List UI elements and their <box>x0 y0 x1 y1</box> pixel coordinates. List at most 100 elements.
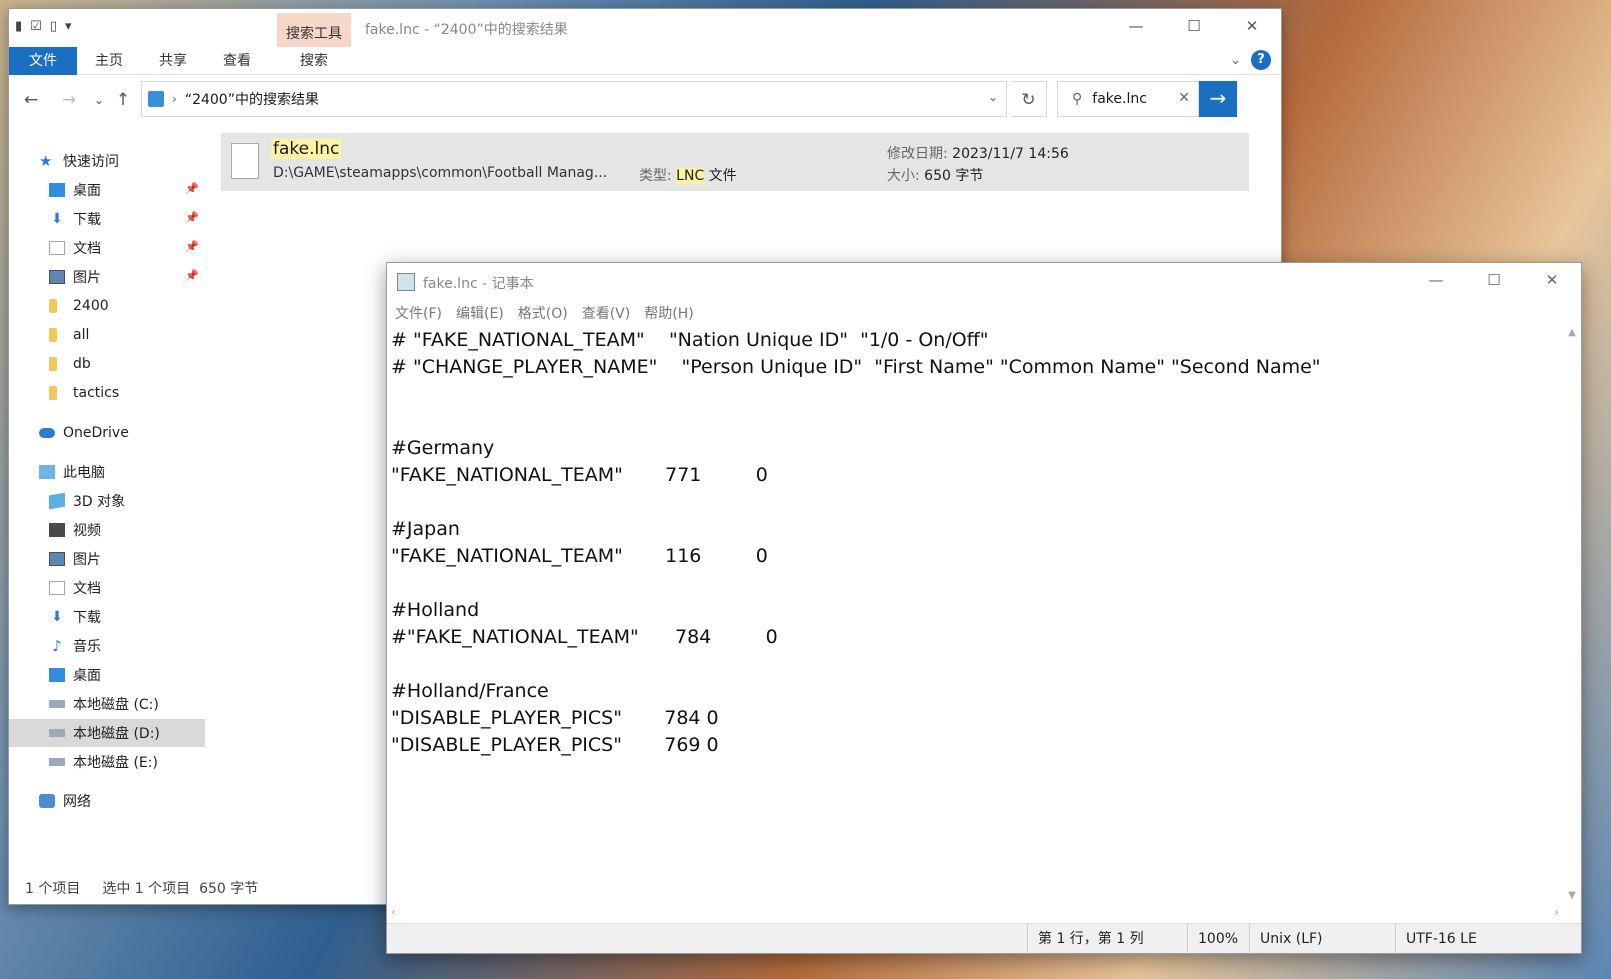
sidebar-item-label: 本地磁盘 (C:) <box>73 697 159 713</box>
sidebar-item-all[interactable]: all <box>9 321 205 349</box>
desktop-icon <box>49 183 65 197</box>
scroll-left-icon[interactable]: ‹ <box>391 905 396 919</box>
sidebar-item-label: 本地磁盘 (E:) <box>73 755 158 771</box>
menu-help[interactable]: 帮助(H) <box>644 303 693 323</box>
scroll-up-icon[interactable]: ▲ <box>1563 327 1581 338</box>
sidebar-item-label: 本地磁盘 (D:) <box>73 726 160 742</box>
pin-icon[interactable]: 📌 <box>185 269 199 282</box>
sidebar-item-pictures-pc[interactable]: 图片 <box>9 545 205 573</box>
scroll-right-icon[interactable]: › <box>1554 905 1559 919</box>
menu-file[interactable]: 文件(F) <box>395 303 442 323</box>
sidebar-item-label: 图片 <box>73 552 101 568</box>
sidebar-item-quick-access[interactable]: ★ 快速访问 <box>9 147 205 175</box>
selected-label: 选中 1 个项目 <box>102 881 191 897</box>
menu-view[interactable]: 查看(V) <box>582 303 631 323</box>
desktop-icon <box>49 668 65 682</box>
close-button[interactable]: ✕ <box>1523 263 1581 299</box>
sidebar-item-drive-d[interactable]: 本地磁盘 (D:) <box>9 719 205 747</box>
sidebar-item-tactics[interactable]: tactics <box>9 379 205 407</box>
tab-file[interactable]: 文件 <box>9 47 77 75</box>
sidebar-item-desktop[interactable]: 桌面 📌 <box>9 176 205 204</box>
help-icon[interactable]: ? <box>1251 50 1271 70</box>
expand-ribbon-icon[interactable]: ⌄ <box>1230 53 1241 68</box>
sidebar-item-downloads[interactable]: ⬇ 下载 📌 <box>9 205 205 233</box>
download-icon: ⬇ <box>51 211 63 227</box>
pin-icon[interactable]: 📌 <box>185 211 199 224</box>
search-result-row[interactable]: fake.lnc D:\GAME\steamapps\common\Footba… <box>221 133 1249 191</box>
star-icon: ★ <box>39 152 53 170</box>
minimize-button[interactable]: — <box>1407 263 1465 299</box>
address-bar[interactable]: › “2400”中的搜索结果 ⌄ <box>141 81 1007 117</box>
back-arrow-icon[interactable]: ← <box>19 87 43 113</box>
tab-share[interactable]: 共享 <box>141 47 205 75</box>
result-file-meta: 修改日期: 2023/11/7 14:56 大小: 650 字节 <box>887 143 1069 187</box>
navigation-bar: ← → ⌄ ↑ › “2400”中的搜索结果 ⌄ ↻ ⚲ fake.lnc ✕ … <box>9 81 1281 119</box>
menu-format[interactable]: 格式(O) <box>518 303 568 323</box>
video-icon <box>49 523 65 537</box>
breadcrumb-chevron-icon[interactable]: › <box>172 92 177 106</box>
new-folder-icon[interactable]: ▯ <box>50 19 57 34</box>
horizontal-scrollbar[interactable]: ‹ › <box>387 905 1563 923</box>
cursor-position: 第 1 行，第 1 列 <box>1027 924 1144 954</box>
sidebar-item-documents-pc[interactable]: 文档 <box>9 574 205 602</box>
window-controls: — ☐ ✕ <box>1107 9 1281 45</box>
up-arrow-icon[interactable]: ↑ <box>111 87 135 113</box>
sidebar-item-3d-objects[interactable]: 3D 对象 <box>9 487 205 515</box>
network-icon <box>39 794 55 808</box>
folder-icon <box>49 299 57 313</box>
sidebar-item-onedrive[interactable]: OneDrive <box>9 419 205 447</box>
search-tools-context-tab[interactable]: 搜索工具 <box>277 13 351 47</box>
result-file-name[interactable]: fake.lnc <box>271 139 342 159</box>
forward-arrow-icon[interactable]: → <box>57 87 81 113</box>
address-dropdown-icon[interactable]: ⌄ <box>988 90 998 104</box>
selected-size: 650 字节 <box>199 881 259 897</box>
maximize-button[interactable]: ☐ <box>1465 263 1523 299</box>
notepad-titlebar: fake.lnc - 记事本 — ☐ ✕ <box>387 263 1581 301</box>
quick-access-toolbar: ▮ ☑ ▯ ▾ <box>15 19 72 34</box>
document-icon <box>49 241 65 255</box>
sidebar-item-drive-c[interactable]: 本地磁盘 (C:) <box>9 690 205 718</box>
pin-icon[interactable]: 📌 <box>185 240 199 253</box>
drive-icon <box>49 729 65 737</box>
search-input[interactable]: ⚲ fake.lnc ✕ <box>1057 81 1199 117</box>
navigation-pane: ★ 快速访问 桌面 📌 ⬇ 下载 📌 文档 📌 图片 📌 2400 all db… <box>9 129 205 829</box>
sidebar-item-label: 此电脑 <box>63 465 105 481</box>
sidebar-item-music[interactable]: ♪ 音乐 <box>9 632 205 660</box>
search-go-button[interactable]: → <box>1199 81 1237 117</box>
sidebar-item-this-pc[interactable]: 此电脑 <box>9 458 205 486</box>
properties-icon[interactable]: ☑ <box>30 19 42 34</box>
ribbon-right-controls: ⌄ ? <box>1230 50 1271 70</box>
sidebar-item-2400[interactable]: 2400 <box>9 292 205 320</box>
sidebar-item-videos[interactable]: 视频 <box>9 516 205 544</box>
clear-search-icon[interactable]: ✕ <box>1178 90 1190 106</box>
result-file-path: D:\GAME\steamapps\common\Football Manag.… <box>273 165 608 181</box>
encoding: UTF-16 LE <box>1395 924 1477 954</box>
tab-search[interactable]: 搜索 <box>277 47 351 75</box>
tab-home[interactable]: 主页 <box>77 47 141 75</box>
refresh-button[interactable]: ↻ <box>1011 81 1047 117</box>
modified-value: 2023/11/7 14:56 <box>952 146 1069 162</box>
sidebar-item-documents[interactable]: 文档 📌 <box>9 234 205 262</box>
tab-view[interactable]: 查看 <box>205 47 269 75</box>
maximize-button[interactable]: ☐ <box>1165 9 1223 45</box>
vertical-scrollbar[interactable]: ▲ ▼ <box>1563 325 1581 903</box>
sidebar-item-label: all <box>73 327 90 343</box>
recent-locations-chevron-icon[interactable]: ⌄ <box>87 87 111 113</box>
notepad-menu-bar: 文件(F) 编辑(E) 格式(O) 查看(V) 帮助(H) <box>387 301 1581 325</box>
sidebar-item-desktop-pc[interactable]: 桌面 <box>9 661 205 689</box>
text-editor-area[interactable]: # "FAKE_NATIONAL_TEAM" "Nation Unique ID… <box>391 327 1561 903</box>
sidebar-item-drive-e[interactable]: 本地磁盘 (E:) <box>9 748 205 776</box>
minimize-button[interactable]: — <box>1107 9 1165 45</box>
search-input-value[interactable]: fake.lnc <box>1092 91 1147 107</box>
customize-qat-icon[interactable]: ▾ <box>65 19 72 34</box>
sidebar-item-db[interactable]: db <box>9 350 205 378</box>
sidebar-item-network[interactable]: 网络 <box>9 787 205 815</box>
scroll-down-icon[interactable]: ▼ <box>1563 890 1581 901</box>
pin-icon[interactable]: 📌 <box>185 182 199 195</box>
menu-edit[interactable]: 编辑(E) <box>456 303 504 323</box>
search-location-icon <box>148 91 164 107</box>
breadcrumb[interactable]: “2400”中的搜索结果 <box>185 89 319 109</box>
close-button[interactable]: ✕ <box>1223 9 1281 45</box>
sidebar-item-pictures[interactable]: 图片 📌 <box>9 263 205 291</box>
sidebar-item-downloads-pc[interactable]: ⬇ 下载 <box>9 603 205 631</box>
